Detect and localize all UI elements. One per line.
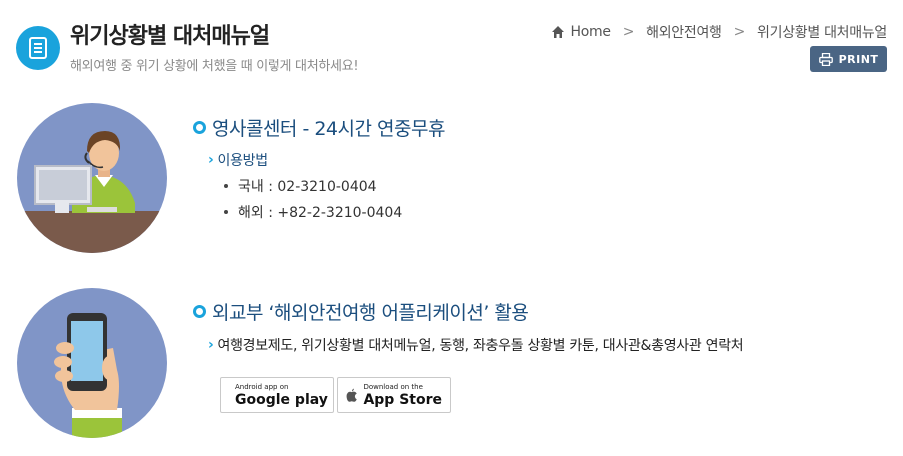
circle-bullet-icon [193, 121, 206, 134]
breadcrumb-home[interactable]: Home [571, 24, 611, 40]
circle-bullet-icon [193, 305, 206, 318]
chevron-right-icon: › [208, 337, 214, 353]
breadcrumb: Home > 해외안전여행 > 위기상황별 대처매뉴얼 [551, 22, 887, 42]
bullet-dot-icon [224, 184, 228, 188]
chevron-right-icon: > [622, 24, 635, 40]
bullet-dot-icon [224, 210, 228, 214]
app-features-text: 여행경보제도, 위기상황별 대처메뉴얼, 동행, 좌충우돌 상황별 카툰, 대사… [217, 338, 744, 354]
page-title: 위기상황별 대처매뉴얼 [70, 24, 270, 49]
store-small-label: Android app on [235, 382, 289, 391]
app-store-button[interactable]: Download on the App Store [337, 377, 451, 413]
store-small-label: Download on the [363, 382, 423, 391]
hand-holding-smartphone-illustration [17, 288, 167, 438]
section-heading-text: 외교부 ‘해외안전여행 어플리케이션’ 활용 [212, 302, 529, 324]
overseas-number: 해외 : +82-2-3210-0404 [238, 205, 403, 221]
sub-heading-text: 이용방법 [217, 153, 268, 169]
home-icon [551, 26, 564, 38]
store-big-label: Google play [235, 391, 328, 408]
page-subtitle: 해외여행 중 위기 상황에 처했을 때 이렇게 대처하세요! [70, 59, 359, 74]
breadcrumb-current[interactable]: 위기상황별 대처매뉴얼 [757, 22, 887, 42]
apple-icon [346, 388, 357, 402]
app-features-line: › 여행경보제도, 위기상황별 대처메뉴얼, 동행, 좌충우돌 상황별 카툰, … [208, 335, 744, 355]
section-heading-text: 영사콜센터 - 24시간 연중무휴 [212, 118, 445, 140]
breadcrumb-overseas-safety[interactable]: 해외안전여행 [646, 22, 722, 42]
chevron-right-icon: > [733, 24, 746, 40]
sub-heading-usage: › 이용방법 [208, 150, 268, 170]
section-heading-call-center: 영사콜센터 - 24시간 연중무휴 [193, 114, 445, 141]
print-label: PRINT [838, 52, 879, 66]
list-item: 해외 : +82-2-3210-0404 [224, 202, 402, 222]
call-center-operator-illustration [17, 103, 167, 253]
document-list-icon [16, 26, 60, 70]
domestic-number: 국내 : 02-3210-0404 [238, 179, 377, 195]
list-item: 국내 : 02-3210-0404 [224, 176, 377, 196]
section-heading-app: 외교부 ‘해외안전여행 어플리케이션’ 활용 [193, 298, 529, 325]
google-play-button[interactable]: Android app on Google play [220, 377, 334, 413]
print-button[interactable]: PRINT [810, 46, 887, 72]
store-big-label: App Store [363, 391, 442, 408]
chevron-right-icon: › [208, 152, 214, 168]
printer-icon [818, 52, 833, 66]
